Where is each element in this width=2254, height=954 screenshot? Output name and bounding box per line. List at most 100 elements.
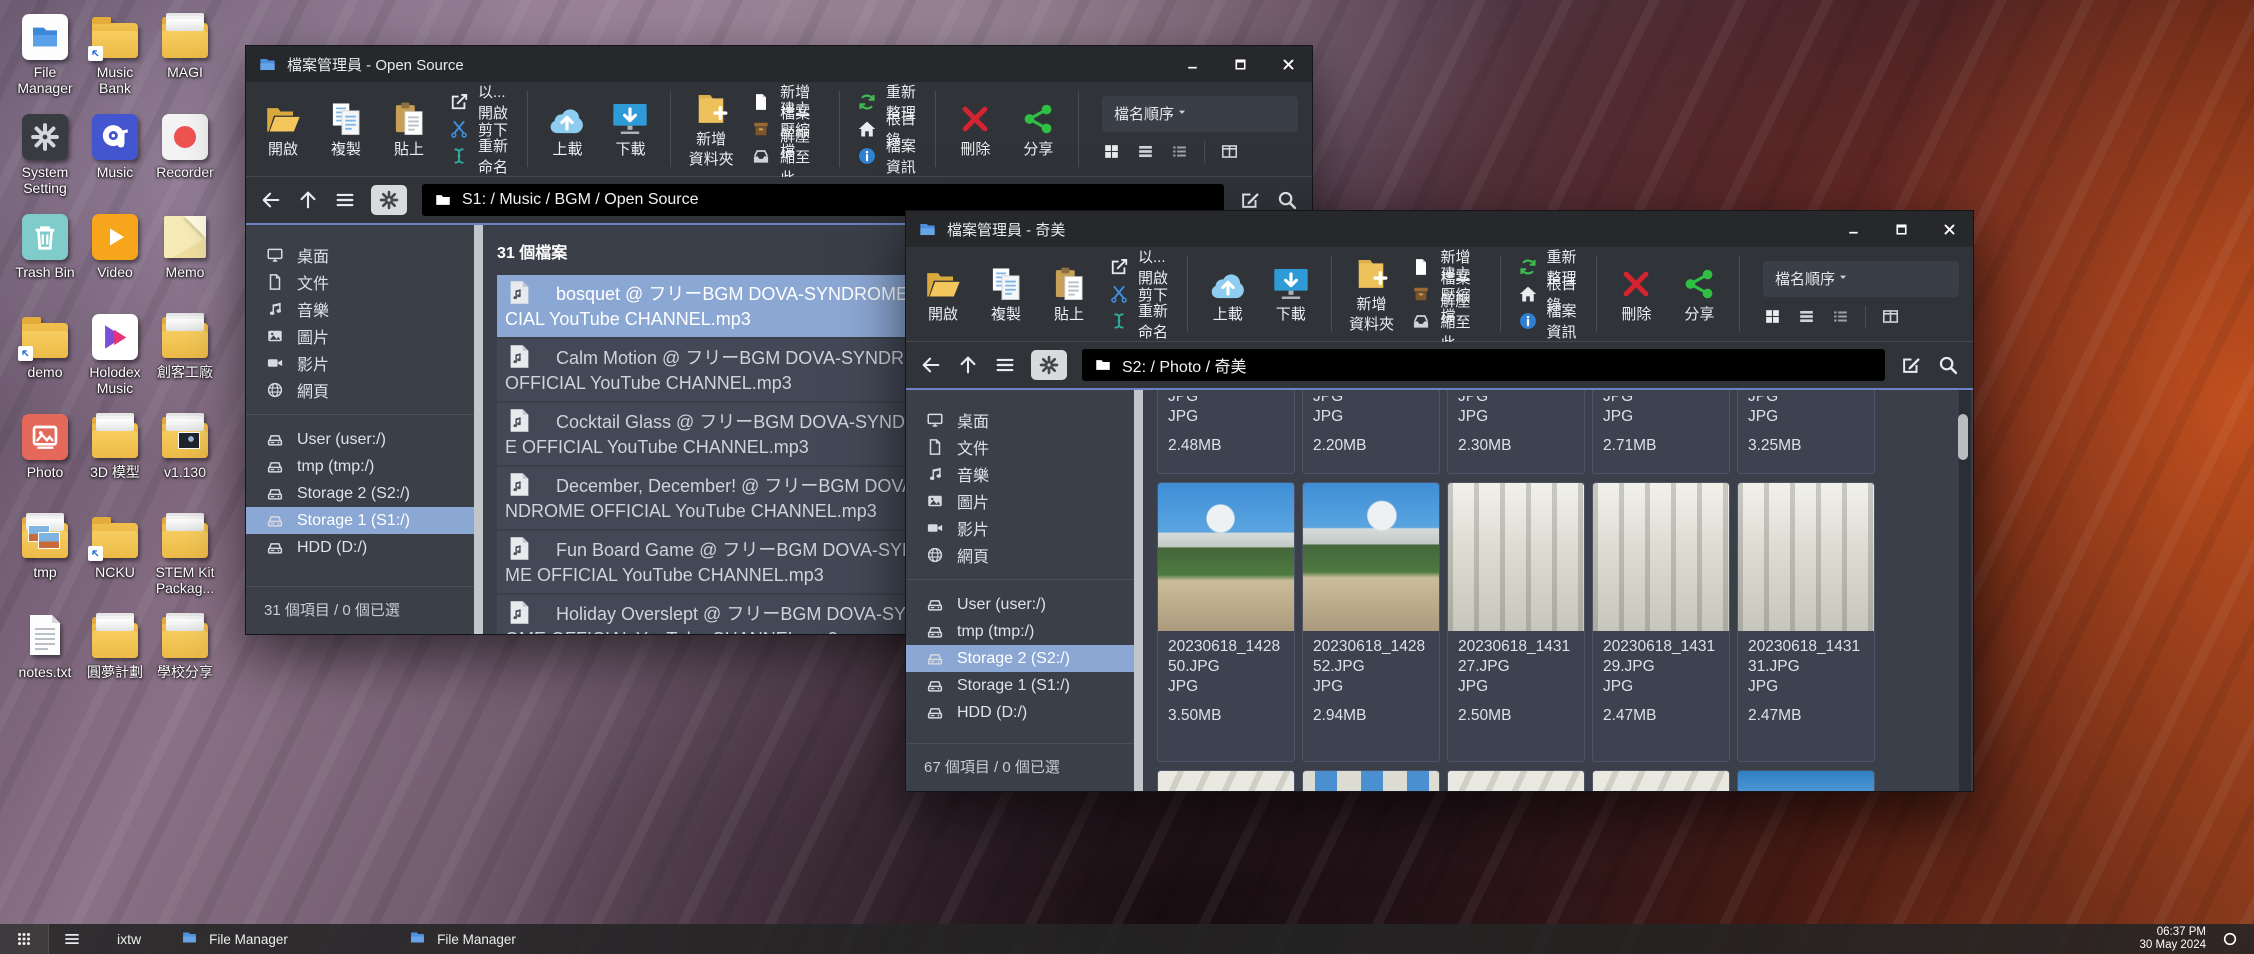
view-detail-button[interactable] (1831, 307, 1850, 326)
settings-gear-button[interactable] (371, 185, 407, 215)
photo-card[interactable] (1302, 770, 1440, 791)
open-button[interactable]: 開啟 (920, 265, 966, 323)
extract-here-button[interactable]: 解壓縮至此 (1411, 311, 1482, 332)
sidebar-place-cam[interactable]: 影片 (246, 349, 474, 376)
pane-splitter[interactable] (1134, 390, 1143, 791)
taskbar-menu-button[interactable] (49, 924, 95, 954)
desktop-icon-file-manager[interactable]: File Manager (10, 14, 80, 114)
sidebar-place-monitor[interactable]: 桌面 (246, 241, 474, 268)
sidebar-device-2[interactable]: Storage 2 (S2:/) (246, 480, 474, 507)
file-row[interactable]: Calm Motion @ フリーBGM DOVA-SYNDROME OFFIC… (497, 339, 965, 401)
upload-button[interactable]: 上載 (1205, 265, 1251, 323)
desktop-icon-photo[interactable]: Photo (10, 414, 80, 514)
file-row[interactable]: Holiday Overslept @ フリーBGM DOVA-SYNDROME… (497, 595, 965, 634)
rename-button[interactable]: 重新命名 (449, 146, 510, 167)
desktop-icon-system-setting[interactable]: System Setting (10, 114, 80, 214)
paste-button[interactable]: 貼上 (1046, 265, 1092, 323)
dual-pane-button[interactable] (1881, 307, 1900, 326)
photo-card[interactable] (1592, 770, 1730, 791)
close-button[interactable] (1264, 46, 1312, 82)
desktop-icon-demo[interactable]: demo (10, 314, 80, 414)
sidebar-device-4[interactable]: HDD (D:/) (906, 699, 1134, 726)
photo-card[interactable]: 20230618_142852.JPGJPG2.94MB (1302, 482, 1440, 762)
open-button[interactable]: 開啟 (260, 100, 306, 158)
sidebar-device-3[interactable]: Storage 1 (S1:/) (246, 507, 474, 534)
sidebar-place-note[interactable]: 音樂 (906, 460, 1134, 487)
desktop-icon-video[interactable]: Video (80, 214, 150, 314)
settings-gear-button[interactable] (1031, 350, 1067, 380)
desktop-icon-music[interactable]: Music (80, 114, 150, 214)
sidebar-place-globe[interactable]: 網頁 (906, 541, 1134, 568)
grid-scrollbar-thumb[interactable] (1958, 414, 1968, 460)
sort-order-dropdown[interactable]: 檔名順序 (1102, 96, 1298, 132)
extract-here-button[interactable]: 解壓縮至此 (751, 146, 822, 167)
view-grid-button[interactable] (1102, 142, 1121, 161)
back-button[interactable] (260, 189, 282, 211)
download-button[interactable]: 下載 (607, 100, 653, 158)
sidebar-place-doc[interactable]: 文件 (246, 268, 474, 295)
desktop-icon-memo[interactable]: Memo (150, 214, 220, 314)
open-with-button[interactable]: 以...開啟 (449, 92, 510, 113)
sidebar-device-1[interactable]: tmp (tmp:/) (906, 618, 1134, 645)
path-field[interactable]: S2: / Photo / 奇美 (1082, 349, 1885, 381)
photo-card[interactable]: JPGJPG3.25MB (1737, 390, 1875, 474)
desktop-icon-學校分享[interactable]: 學校分享 (150, 614, 220, 714)
taskbar-task-1[interactable]: File Manager (395, 924, 623, 954)
photo-card[interactable]: JPGJPG2.30MB (1447, 390, 1585, 474)
sidebar-place-cam[interactable]: 影片 (906, 514, 1134, 541)
delete-button[interactable]: 刪除 (952, 100, 998, 158)
ime-indicator[interactable]: ixtw (95, 931, 167, 947)
sidebar-place-monitor[interactable]: 桌面 (906, 406, 1134, 433)
desktop-icon-創客工廠[interactable]: 創客工廠 (150, 314, 220, 414)
share-button[interactable]: 分享 (1676, 265, 1722, 323)
file-row[interactable]: bosquet @ フリーBGM DOVA-SYNDROME OFFICIAL … (497, 275, 965, 337)
up-button[interactable] (297, 189, 319, 211)
dual-pane-button[interactable] (1220, 142, 1239, 161)
photo-card[interactable] (1737, 770, 1875, 791)
menu-button[interactable] (994, 354, 1016, 376)
upload-button[interactable]: 上載 (544, 100, 590, 158)
view-list-button[interactable] (1797, 307, 1816, 326)
photo-card[interactable] (1447, 770, 1585, 791)
taskbar-clock[interactable]: 06:37 PM30 May 2024 (2140, 926, 2207, 952)
delete-button[interactable]: 刪除 (1613, 265, 1659, 323)
photo-card[interactable]: 20230618_143127.JPGJPG2.50MB (1447, 482, 1585, 762)
file-info-button[interactable]: 檔案資訊 (857, 146, 918, 167)
sidebar-place-image[interactable]: 圖片 (246, 322, 474, 349)
copy-button[interactable]: 複製 (983, 265, 1029, 323)
copy-button[interactable]: 複製 (323, 100, 369, 158)
up-button[interactable] (957, 354, 979, 376)
sort-order-dropdown[interactable]: 檔名順序 (1763, 261, 1959, 297)
view-grid-button[interactable] (1763, 307, 1782, 326)
back-button[interactable] (920, 354, 942, 376)
desktop-icon-magi[interactable]: MAGI (150, 14, 220, 114)
photo-card[interactable]: 20230618_143131.JPGJPG2.47MB (1737, 482, 1875, 762)
photo-card[interactable]: JPGJPG2.48MB (1157, 390, 1295, 474)
app-launcher-button[interactable] (0, 924, 48, 954)
desktop-icon-圓夢計劃[interactable]: 圓夢計劃 (80, 614, 150, 714)
sidebar-device-0[interactable]: User (user:/) (906, 591, 1134, 618)
close-button[interactable] (1925, 211, 1973, 247)
desktop-icon-notes-txt[interactable]: notes.txt (10, 614, 80, 714)
maximize-button[interactable] (1216, 46, 1264, 82)
desktop-icon-tmp[interactable]: tmp (10, 514, 80, 614)
file-info-button[interactable]: 檔案資訊 (1518, 311, 1579, 332)
new-folder-button[interactable]: 新增資料夾 (688, 90, 734, 168)
rename-button[interactable]: 重新命名 (1109, 311, 1170, 332)
desktop-icon-recorder[interactable]: Recorder (150, 114, 220, 214)
sidebar-device-2[interactable]: Storage 2 (S2:/) (906, 645, 1134, 672)
sidebar-place-image[interactable]: 圖片 (906, 487, 1134, 514)
view-list-button[interactable] (1136, 142, 1155, 161)
desktop-icon-3d-模型[interactable]: 3D 模型 (80, 414, 150, 514)
search-button[interactable] (1937, 354, 1959, 376)
sidebar-device-3[interactable]: Storage 1 (S1:/) (906, 672, 1134, 699)
photo-card[interactable] (1157, 770, 1295, 791)
sidebar-place-note[interactable]: 音樂 (246, 295, 474, 322)
maximize-button[interactable] (1877, 211, 1925, 247)
minimize-button[interactable] (1829, 211, 1877, 247)
sidebar-device-1[interactable]: tmp (tmp:/) (246, 453, 474, 480)
photo-card[interactable]: 20230618_142850.JPGJPG3.50MB (1157, 482, 1295, 762)
photo-card[interactable]: JPGJPG2.20MB (1302, 390, 1440, 474)
desktop-icon-trash-bin[interactable]: Trash Bin (10, 214, 80, 314)
minimize-button[interactable] (1168, 46, 1216, 82)
